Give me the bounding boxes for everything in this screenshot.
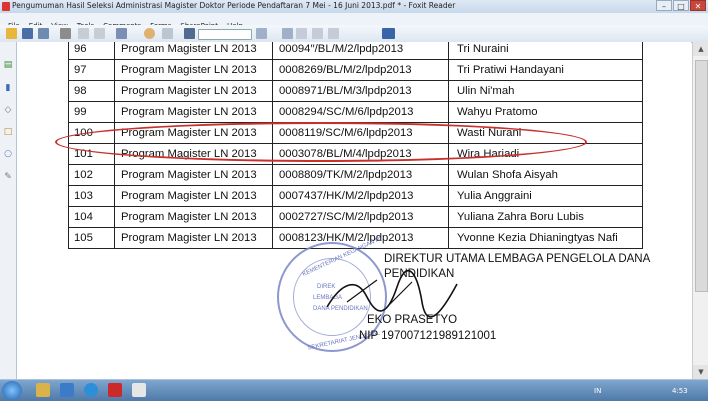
table-row: 99 Program Magister LN 2013 0008294/SC/M/6… [68, 101, 643, 123]
comment-icon[interactable]: □ [3, 127, 13, 137]
scroll-up-arrow[interactable]: ▲ [693, 42, 708, 56]
open-icon[interactable] [6, 28, 17, 39]
name-cell: Yulia Anggraini [448, 185, 643, 207]
name-cell: Tri Pratiwi Handayani [448, 59, 643, 81]
program-cell: Program Magister LN 2013 [114, 42, 273, 60]
copy-icon[interactable] [78, 28, 89, 39]
code-cell: 00094′′/BL/M/2/lpdp2013 [272, 42, 449, 60]
program-cell: Program Magister LN 2013 [114, 164, 273, 186]
name-cell: Tri Nuraini [448, 42, 643, 60]
save-icon[interactable] [22, 28, 33, 39]
program-cell: Program Magister LN 2013 [114, 206, 273, 228]
taskbar-paint-icon[interactable] [132, 383, 146, 397]
toolbar [0, 25, 708, 43]
layers-icon[interactable]: ○ [3, 149, 13, 159]
scroll-thumb[interactable] [695, 60, 708, 292]
bookmark-icon[interactable]: ▮ [3, 83, 13, 93]
find-next-icon[interactable] [256, 28, 267, 39]
paste-icon[interactable] [94, 28, 105, 39]
find-icon[interactable] [184, 28, 195, 39]
start-button[interactable] [2, 381, 22, 400]
table-row: 102 Program Magister LN 2013 0008809/TK/M/… [68, 164, 643, 186]
menu-bar: FileEditViewToolsCommentsFormsSharePoint… [0, 13, 708, 30]
taskbar-browser-icon[interactable] [84, 383, 98, 397]
language-indicator[interactable]: IN [594, 387, 601, 395]
taskbar-media-icon[interactable] [60, 383, 74, 397]
hand-icon[interactable] [144, 28, 155, 39]
print-icon[interactable] [60, 28, 71, 39]
code-cell: 0008269/BL/M/2/lpdp2013 [272, 59, 449, 81]
window-title: Pengumuman Hasil Seleksi Administrasi Ma… [12, 1, 456, 10]
signature-icon[interactable]: ✎ [3, 172, 13, 182]
row-number: 103 [68, 185, 115, 207]
row-number: 105 [68, 227, 115, 249]
document-view[interactable]: 96 Program Magister LN 2013 00094′′/BL/M/2… [17, 42, 691, 379]
zoom-icon[interactable] [282, 28, 293, 39]
row-number: 98 [68, 80, 115, 102]
signature-title-line1: DIREKTUR UTAMA LEMBAGA PENGELOLA DANA [384, 253, 651, 265]
program-cell: Program Magister LN 2013 [114, 59, 273, 81]
code-cell: 0002727/SC/M/2/lpdp2013 [272, 206, 449, 228]
row-number: 102 [68, 164, 115, 186]
program-cell: Program Magister LN 2013 [114, 227, 273, 249]
maximize-button[interactable]: □ [673, 0, 689, 11]
signature-title-line2: PENDIDIKAN [384, 268, 455, 280]
signatory-name: EKO PRASETYO [367, 314, 458, 326]
code-cell: 0008971/BL/M/3/lpdp2013 [272, 80, 449, 102]
table-row: 98 Program Magister LN 2013 0008971/BL/M/3… [68, 80, 643, 102]
code-cell: 0008294/SC/M/6/lpdp2013 [272, 101, 449, 123]
name-cell: Wahyu Pratomo [448, 101, 643, 123]
taskbar-foxit-icon[interactable] [108, 383, 122, 397]
attachment-icon[interactable]: ◇ [3, 105, 13, 115]
code-cell: 0008809/TK/M/2/lpdp2013 [272, 164, 449, 186]
name-cell: Wulan Shofa Aisyah [448, 164, 643, 186]
clock[interactable]: 4:53 [672, 387, 688, 395]
foxit-app-icon[interactable] [2, 2, 10, 11]
name-cell: Ulin Ni'mah [448, 80, 643, 102]
table-row: 97 Program Magister LN 2013 0008269/BL/M/2… [68, 59, 643, 81]
table-row: 96 Program Magister LN 2013 00094′′/BL/M/2… [68, 42, 643, 60]
vertical-scrollbar[interactable]: ▲ ▼ [692, 42, 708, 379]
program-cell: Program Magister LN 2013 [114, 185, 273, 207]
export-icon[interactable] [382, 28, 395, 39]
fit-width-icon[interactable] [312, 28, 323, 39]
pages-icon[interactable]: ▤ [3, 60, 13, 70]
save-as-icon[interactable] [38, 28, 49, 39]
code-cell: 0007437/HK/M/2/lpdp2013 [272, 185, 449, 207]
table-row: 104 Program Magister LN 2013 0002727/SC/M/… [68, 206, 643, 228]
name-cell: Yuliana Zahra Boru Lubis [448, 206, 643, 228]
table-row: 105 Program Magister LN 2013 0008123/HK/M/… [68, 227, 643, 249]
minimize-button[interactable]: – [656, 0, 672, 11]
close-button[interactable]: ✕ [690, 0, 706, 11]
row-number: 99 [68, 101, 115, 123]
navigation-sidebar: ▤ ▮ ◇ □ ○ ✎ [0, 42, 17, 379]
taskbar: IN 4:53 [0, 379, 708, 401]
name-cell: Yvonne Kezia Dhianingtyas Nafi [448, 227, 643, 249]
page-icon[interactable] [116, 28, 127, 39]
program-cell: Program Magister LN 2013 [114, 101, 273, 123]
scroll-down-arrow[interactable]: ▼ [693, 365, 708, 379]
row-number: 104 [68, 206, 115, 228]
title-bar: Pengumuman Hasil Seleksi Administrasi Ma… [0, 0, 708, 14]
taskbar-explorer-icon[interactable] [36, 383, 50, 397]
fit-page-icon[interactable] [296, 28, 307, 39]
rotate-icon[interactable] [328, 28, 339, 39]
program-cell: Program Magister LN 2013 [114, 80, 273, 102]
highlight-ellipse [55, 122, 587, 162]
search-field[interactable] [198, 29, 252, 40]
select-icon[interactable] [162, 28, 173, 39]
table-row: 103 Program Magister LN 2013 0007437/HK/M/… [68, 185, 643, 207]
row-number: 96 [68, 42, 115, 60]
signatory-nip: NIP 197007121989121001 [359, 330, 497, 342]
row-number: 97 [68, 59, 115, 81]
